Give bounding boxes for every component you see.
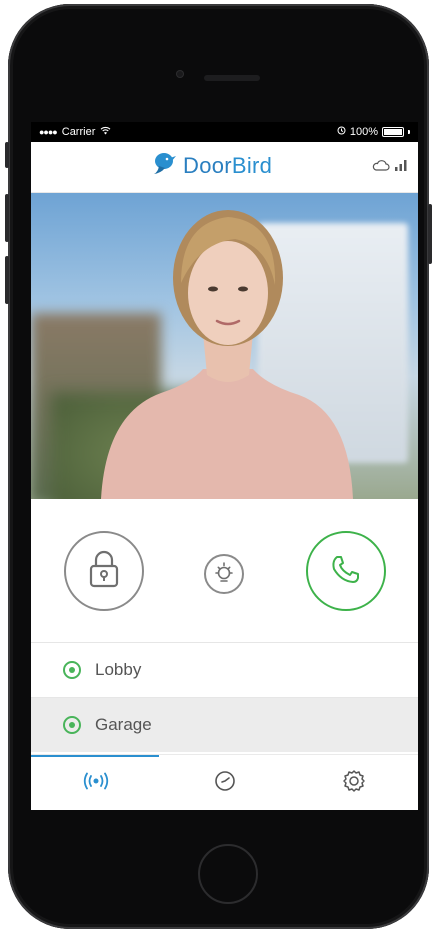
bottom-tab-bar <box>31 754 418 810</box>
connection-status <box>372 158 408 176</box>
carrier-name: Carrier <box>61 126 96 138</box>
lock-icon <box>87 549 121 594</box>
battery-percent: 100% <box>349 126 378 138</box>
door-label: Garage <box>95 715 152 734</box>
status-bar: ●●●● Carrier 100% <box>31 122 418 142</box>
volume-down-button <box>5 256 9 304</box>
alarm-icon <box>337 126 346 138</box>
answer-call-button[interactable] <box>306 531 386 611</box>
signal-bars-icon <box>394 158 408 176</box>
bird-logo-icon <box>151 150 177 181</box>
door-list: Lobby Garage <box>31 642 418 752</box>
live-broadcast-icon <box>82 772 110 795</box>
door-controls <box>31 500 418 640</box>
volume-up-button <box>5 194 9 242</box>
door-item-garage[interactable]: Garage <box>31 697 418 752</box>
light-button[interactable] <box>204 554 244 594</box>
brand-name-door: Door <box>183 152 232 178</box>
battery-icon <box>382 127 404 137</box>
earpiece-speaker <box>204 75 260 81</box>
history-clock-icon <box>213 769 237 798</box>
mute-switch <box>5 142 9 168</box>
wifi-icon <box>100 126 111 138</box>
radio-button[interactable] <box>63 716 81 734</box>
light-icon <box>211 559 237 590</box>
brand-logo: DoorBird <box>151 150 272 181</box>
unlock-door-button[interactable] <box>64 531 144 611</box>
door-label: Lobby <box>95 660 142 679</box>
radio-button[interactable] <box>63 661 81 679</box>
app-screen: ●●●● Carrier 100% DoorBird Lobby Garage <box>31 122 418 810</box>
tab-history[interactable] <box>160 755 289 810</box>
brand-name: DoorBird <box>183 153 272 179</box>
cloud-icon <box>372 158 390 176</box>
tab-settings[interactable] <box>289 755 418 810</box>
brand-name-bird: Bird <box>231 152 273 178</box>
power-button <box>428 204 432 264</box>
visitor-image <box>101 210 353 499</box>
signal-strength-dots: ●●●● <box>39 127 58 137</box>
settings-gear-icon <box>341 768 367 799</box>
phone-icon <box>329 552 363 591</box>
door-item-lobby[interactable]: Lobby <box>31 642 418 697</box>
live-video-feed[interactable] <box>31 193 418 499</box>
front-camera <box>176 70 184 78</box>
app-header: DoorBird <box>31 142 418 193</box>
home-button[interactable] <box>198 844 258 904</box>
tab-live[interactable] <box>31 755 160 810</box>
battery-tip <box>408 130 410 134</box>
